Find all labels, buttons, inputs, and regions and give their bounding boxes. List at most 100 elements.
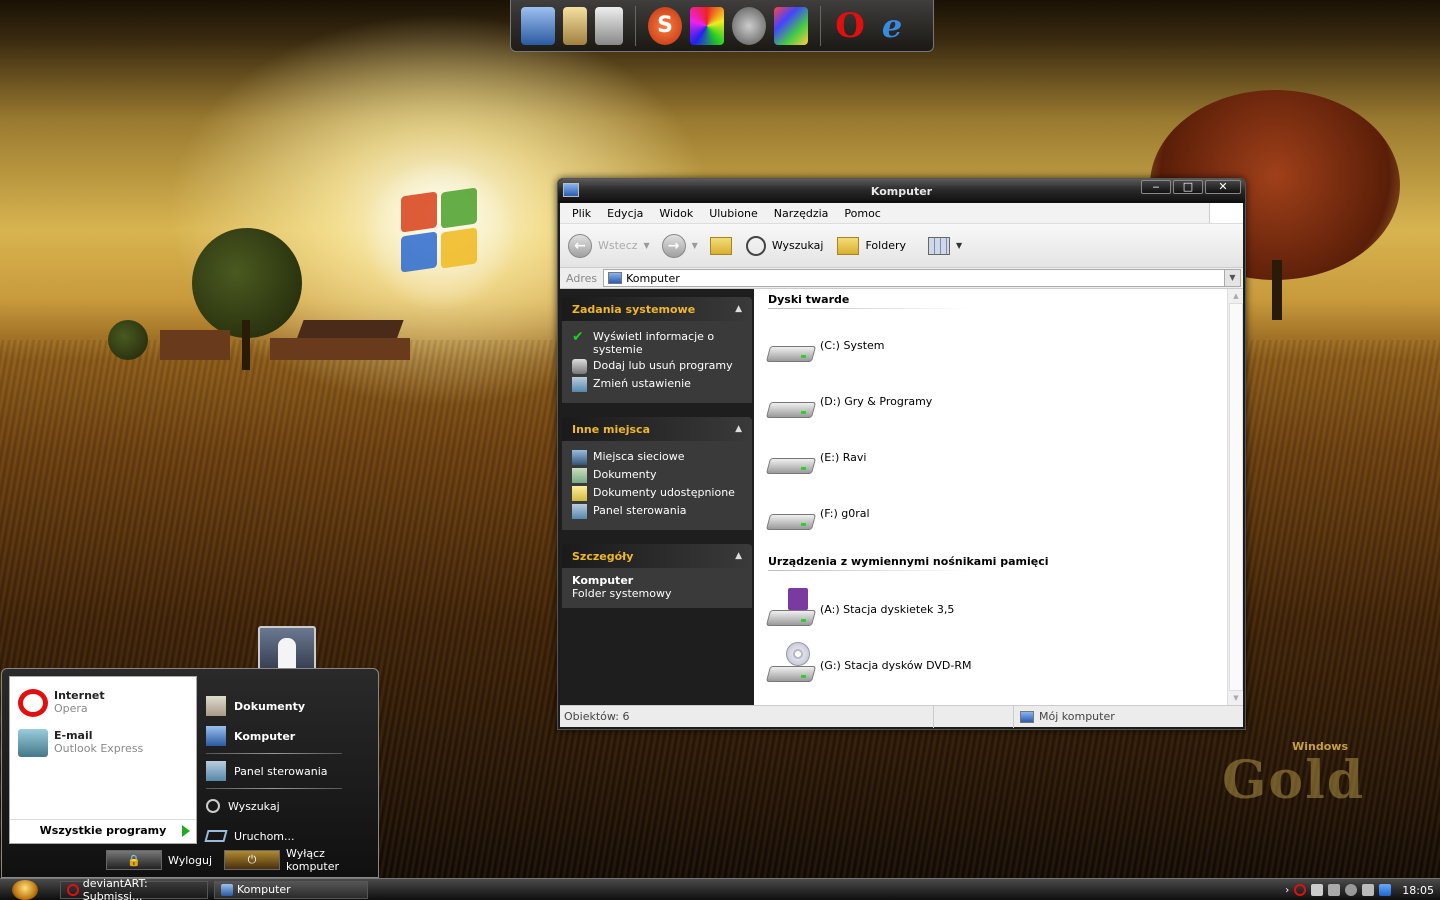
wallpaper-bush	[108, 320, 148, 360]
menu-file[interactable]: Plik	[564, 207, 599, 220]
lock-icon[interactable]: 🔒	[106, 850, 163, 870]
back-button-label[interactable]: Wstecz	[598, 239, 638, 252]
start-item-label: Dokumenty	[234, 699, 306, 713]
pinned-email[interactable]: E-mail Outlook Express	[10, 717, 196, 757]
network-icon[interactable]	[1328, 884, 1341, 896]
place-control-panel[interactable]: Panel sterowania	[572, 504, 742, 519]
menu-favorites[interactable]: Ulubione	[701, 207, 766, 220]
gimp-icon[interactable]	[732, 6, 766, 45]
start-computer[interactable]: Komputer	[202, 721, 374, 751]
s-app-icon[interactable]: S	[648, 6, 682, 45]
drive-label: (C:) System	[820, 338, 885, 352]
menu-help[interactable]: Pomoc	[836, 207, 888, 220]
system-tasks-list: ✔ Wyświetl informacje o systemie Dodaj l…	[562, 321, 752, 403]
control-panel-icon	[572, 504, 587, 519]
close-button[interactable]: ✕	[1205, 180, 1241, 194]
folders-button[interactable]: Foldery	[865, 239, 906, 252]
folder-up-icon[interactable]	[709, 236, 732, 255]
scroll-thumb[interactable]	[1229, 303, 1243, 691]
task-pane: Zadania systemowe ▲ ✔ Wyświetl informacj…	[560, 289, 754, 705]
launcher-dock: S O e	[510, 0, 934, 52]
details-header[interactable]: Szczegóły ▲	[562, 544, 752, 568]
folders-icon[interactable]	[837, 236, 860, 255]
views-dropdown-icon[interactable]: ▼	[956, 241, 962, 250]
start-documents[interactable]: Dokumenty	[202, 691, 374, 721]
taskbar: deviantART: Submissi... Komputer › 18:05	[0, 877, 1440, 900]
recycle-bin-icon[interactable]	[595, 6, 623, 45]
address-dropdown-icon[interactable]: ▼	[1224, 270, 1240, 286]
internet-explorer-icon[interactable]: e	[875, 7, 909, 45]
scroll-down-icon[interactable]: ▼	[1228, 691, 1244, 705]
place-network[interactable]: Miejsca sieciowe	[572, 450, 742, 465]
task-view-system-info[interactable]: ✔ Wyświetl informacje o systemie	[572, 330, 742, 356]
power-icon[interactable]: ⏻	[224, 850, 281, 870]
drive-e[interactable]: (E:) Ravi	[765, 433, 1243, 489]
collapse-icon[interactable]: ▲	[735, 424, 742, 434]
drive-f[interactable]: (F:) g0ral	[765, 489, 1243, 545]
address-input[interactable]: Komputer ▼	[603, 269, 1241, 287]
wallpaper-tree-right-trunk	[1272, 260, 1282, 320]
collapse-icon[interactable]: ▲	[735, 304, 742, 314]
collapse-icon[interactable]: ▲	[735, 551, 742, 561]
back-arrow-icon[interactable]: ←	[568, 233, 592, 258]
window-title: Komputer	[870, 184, 933, 198]
hard-drive-icon	[765, 336, 817, 362]
task-label: Dodaj lub usuń programy	[593, 359, 733, 372]
security-icon[interactable]	[1362, 884, 1375, 896]
vertical-scrollbar[interactable]: ▲ ▼	[1227, 289, 1243, 705]
menu-view[interactable]: Widok	[651, 207, 701, 220]
place-label: Dokumenty	[593, 468, 657, 481]
forward-arrow-icon[interactable]: →	[661, 233, 686, 258]
drive-a[interactable]: (A:) Stacja dyskietek 3,5	[765, 585, 1243, 641]
drive-g[interactable]: (G:) Stacja dysków DVD-RM	[765, 641, 1243, 697]
signal-icon[interactable]	[1379, 884, 1392, 896]
messenger-icon[interactable]	[1311, 884, 1324, 896]
search-icon[interactable]	[745, 235, 766, 256]
minimize-button[interactable]: ‒	[1141, 180, 1171, 194]
pinned-internet[interactable]: Internet Opera	[10, 677, 196, 717]
forward-dropdown-icon[interactable]: ▼	[692, 241, 698, 250]
paint-icon[interactable]	[774, 6, 808, 45]
taskbar-item-deviantart[interactable]: deviantART: Submissi...	[60, 877, 208, 900]
drive-d[interactable]: (D:) Gry & Programy	[765, 377, 1243, 433]
menu-edit[interactable]: Edycja	[599, 207, 651, 220]
hard-drive-icon	[765, 392, 817, 418]
taskbar-item-computer[interactable]: Komputer	[214, 880, 368, 899]
library-icon[interactable]	[563, 6, 587, 45]
maximize-button[interactable]: □	[1173, 180, 1203, 194]
search-button[interactable]: Wyszukaj	[772, 239, 824, 252]
menu-tools[interactable]: Narzędzia	[766, 207, 837, 220]
media-icon[interactable]	[690, 6, 724, 45]
settings-icon[interactable]	[1345, 884, 1358, 896]
control-panel-icon	[572, 377, 587, 392]
place-shared-documents[interactable]: Dokumenty udostępnione	[572, 486, 742, 501]
start-button[interactable]	[12, 879, 38, 900]
opera-icon	[67, 883, 79, 896]
logoff-button[interactable]: Wyloguj	[168, 854, 212, 867]
system-tasks-header[interactable]: Zadania systemowe ▲	[562, 297, 752, 321]
back-dropdown-icon[interactable]: ▼	[644, 241, 650, 250]
scroll-up-icon[interactable]: ▲	[1228, 289, 1244, 303]
computer-icon[interactable]	[521, 6, 555, 45]
place-documents[interactable]: Dokumenty	[572, 468, 742, 483]
search-icon	[206, 799, 220, 813]
opera-icon[interactable]	[1294, 884, 1307, 896]
task-change-setting[interactable]: Zmień ustawienie	[572, 377, 742, 392]
drive-c[interactable]: (C:) System	[765, 321, 1243, 377]
opera-icon[interactable]: O	[833, 6, 867, 46]
views-icon[interactable]	[928, 236, 950, 255]
start-search[interactable]: Wyszukaj	[202, 791, 374, 821]
window-titlebar[interactable]: Komputer ‒ □ ✕	[558, 179, 1245, 203]
arrow-right-icon[interactable]	[182, 825, 190, 837]
start-menu: Internet Opera E-mail Outlook Express Ws…	[1, 668, 379, 878]
task-add-remove-programs[interactable]: Dodaj lub usuń programy	[572, 359, 742, 374]
start-control-panel[interactable]: Panel sterowania	[202, 756, 374, 786]
start-menu-left-pane: Internet Opera E-mail Outlook Express Ws…	[9, 676, 197, 844]
tray-expand-icon[interactable]: ›	[1285, 885, 1289, 896]
place-label: Dokumenty udostępnione	[593, 486, 735, 499]
all-programs-button[interactable]: Wszystkie programy	[10, 819, 196, 837]
menu-separator	[206, 788, 342, 789]
other-places-header[interactable]: Inne miejsca ▲	[562, 417, 752, 441]
shutdown-button[interactable]: Wyłącz komputer	[286, 847, 378, 873]
clock[interactable]: 18:05	[1402, 884, 1434, 897]
